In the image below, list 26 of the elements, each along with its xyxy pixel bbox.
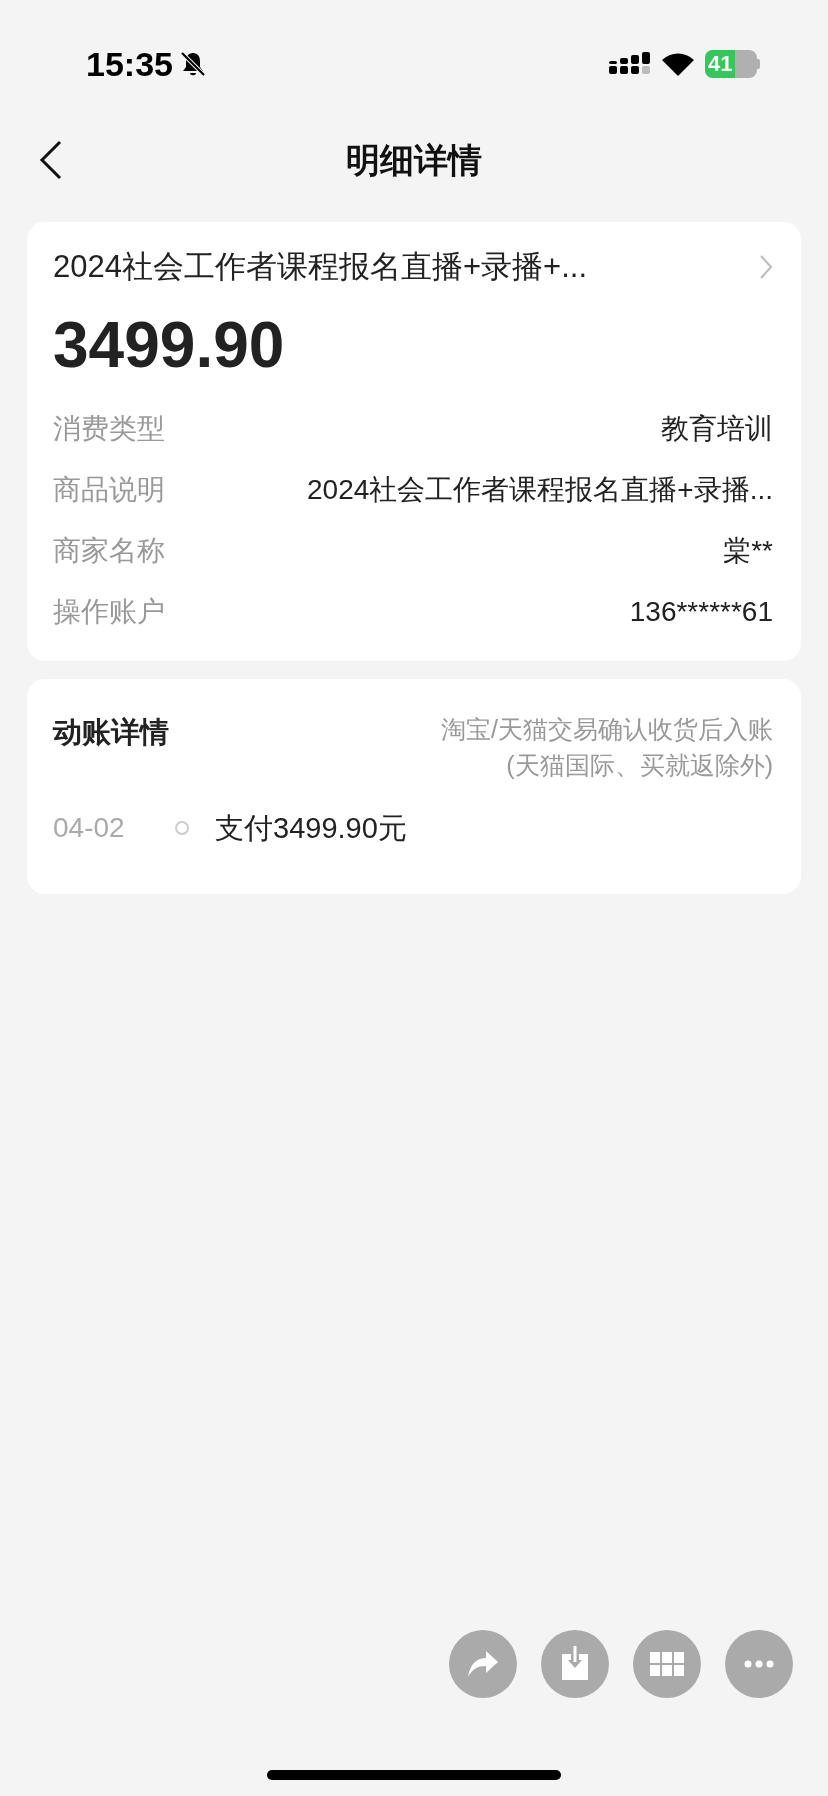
field-label: 操作账户	[53, 595, 165, 629]
field-value: 136******61	[629, 595, 773, 629]
chevron-right-icon[interactable]	[759, 254, 773, 281]
section-title: 动账详情	[53, 714, 169, 750]
field-label: 消费类型	[53, 412, 165, 446]
field-label: 商品说明	[53, 473, 165, 507]
field-value: 2024社会工作者课程报名直播+录播...	[307, 473, 773, 507]
back-icon	[38, 140, 62, 180]
field-label: 商家名称	[53, 534, 165, 568]
page-title: 明细详情	[346, 139, 482, 181]
note-text: 淘宝/天猫交易确认收货后入账	[441, 713, 773, 745]
more-icon	[744, 1660, 774, 1668]
share-icon	[466, 1649, 500, 1679]
status-time: 15:35	[86, 43, 173, 85]
entry-date: 04-02	[53, 811, 126, 846]
entry-text: 支付3499.90元	[215, 810, 407, 846]
grid-icon	[650, 1652, 684, 1676]
product-title: 2024社会工作者课程报名直播+录播+...	[53, 248, 587, 286]
field-value: 棠**	[723, 534, 773, 568]
note-text: (天猫国际、买就返除外)	[506, 749, 773, 781]
amount: 3499.90	[53, 312, 286, 377]
download-icon	[560, 1646, 590, 1682]
wifi-icon	[661, 51, 695, 77]
field-value: 教育培训	[661, 412, 773, 446]
muted-bell-icon	[178, 50, 207, 78]
battery-level: 41	[708, 53, 733, 75]
